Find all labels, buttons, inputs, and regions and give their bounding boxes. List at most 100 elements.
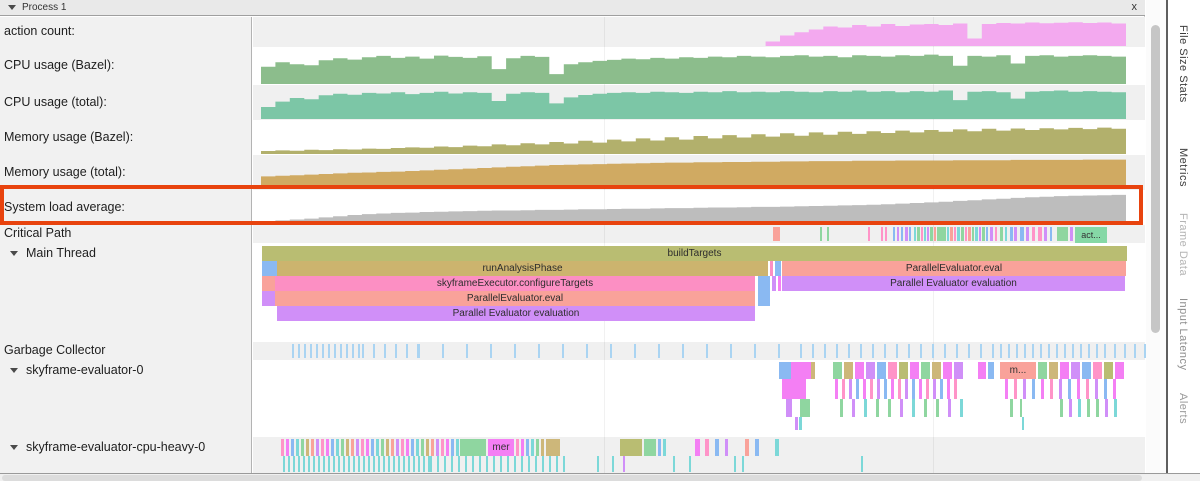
track-label: CPU usage (total): — [4, 95, 107, 109]
cpu-heavy-event — [663, 439, 666, 456]
event-tick — [493, 456, 495, 472]
flame-span-small[interactable] — [758, 276, 770, 291]
event-tick — [366, 439, 369, 456]
track-label: skyframe-evaluator-cpu-heavy-0 — [26, 440, 205, 454]
critical-path-event — [893, 227, 895, 241]
gc-event-tick — [992, 344, 994, 358]
horizontal-scrollbar-thumb[interactable] — [2, 475, 1142, 481]
vertical-scrollbar-thumb[interactable] — [1151, 25, 1160, 333]
collapse-caret-icon[interactable] — [10, 251, 18, 256]
flame-span[interactable]: runAnalysisPhase — [277, 261, 768, 276]
evaluator0-event — [988, 362, 994, 379]
event-tick — [1071, 362, 1080, 379]
collapse-caret-icon[interactable] — [10, 368, 18, 373]
flame-span[interactable]: Parallel Evaluator evaluation — [782, 276, 1125, 291]
event-tick — [1104, 379, 1107, 399]
critical-path-event — [968, 227, 971, 241]
event-tick — [393, 456, 395, 472]
event-tick — [341, 439, 344, 456]
event-tick — [426, 439, 429, 456]
flame-span-small[interactable] — [262, 291, 275, 306]
event-tick — [1050, 379, 1053, 399]
flame-span[interactable]: ParallelEvaluator.eval — [782, 261, 1126, 276]
event-tick — [288, 456, 290, 472]
event-tick — [1014, 379, 1017, 399]
flame-span[interactable]: buildTargets — [262, 246, 1127, 261]
cpu-heavy-merge-block[interactable]: mer — [488, 439, 514, 456]
event-tick — [1087, 399, 1090, 417]
side-tab-frame-data[interactable]: Frame Data — [1177, 213, 1189, 276]
flame-span[interactable]: ParallelEvaluator.eval — [275, 291, 755, 306]
gc-event-tick — [316, 344, 318, 358]
gc-event-tick — [358, 344, 360, 358]
gc-event-tick — [634, 344, 636, 358]
gc-event-tick — [418, 344, 420, 358]
flame-span-small[interactable] — [262, 261, 277, 276]
gc-event-tick — [932, 344, 934, 358]
gc-event-tick — [362, 344, 364, 358]
side-tab-metrics[interactable]: Metrics — [1177, 148, 1189, 187]
flame-span-small[interactable] — [770, 261, 773, 276]
event-tick — [1005, 379, 1008, 399]
event-tick — [1041, 379, 1044, 399]
flame-span-small[interactable] — [778, 276, 781, 291]
evaluator0-merge-block[interactable]: m... — [1000, 362, 1036, 379]
event-tick — [960, 399, 963, 417]
flame-span[interactable]: Parallel Evaluator evaluation — [277, 306, 755, 321]
gc-event-tick — [754, 344, 756, 358]
trace-canvas[interactable]: act... buildTargetsrunAnalysisPhase Parall… — [253, 0, 1145, 473]
track-label: action count: — [4, 24, 75, 38]
event-tick — [291, 439, 294, 456]
flame-span-small[interactable] — [758, 291, 770, 306]
event-tick — [356, 439, 359, 456]
event-tick — [1093, 362, 1102, 379]
flame-span-small[interactable] — [775, 261, 781, 276]
gc-event-tick — [968, 344, 970, 358]
critical-path-event — [897, 227, 899, 241]
gc-event-tick — [1056, 344, 1058, 358]
critical-path-event — [934, 227, 936, 241]
evaluator0-event — [795, 417, 798, 430]
flame-span-small[interactable] — [772, 276, 776, 291]
event-tick — [1059, 379, 1062, 399]
event-tick — [526, 439, 529, 456]
side-tab-input-latency[interactable]: Input Latency — [1177, 298, 1189, 371]
critical-path-event — [975, 227, 978, 241]
event-tick — [864, 399, 867, 417]
side-tab-file-size-stats[interactable]: File Size Stats — [1177, 25, 1189, 103]
cpu-heavy-event — [742, 456, 744, 472]
track-label: CPU usage (Bazel): — [4, 58, 114, 72]
event-tick — [368, 456, 370, 472]
critical-path-event — [909, 227, 911, 241]
event-tick — [331, 439, 334, 456]
event-tick — [406, 439, 409, 456]
cpu-heavy-event — [725, 439, 728, 456]
cpu-heavy-event — [734, 456, 736, 472]
gc-event-tick — [1088, 344, 1090, 358]
gc-event-tick — [1104, 344, 1106, 358]
event-tick — [1023, 379, 1026, 399]
action_count-area-chart — [253, 17, 1145, 47]
critical-path-action-block[interactable]: act... — [1075, 227, 1107, 243]
gc-event-tick — [562, 344, 564, 358]
event-tick — [536, 439, 539, 456]
event-tick — [313, 456, 315, 472]
collapse-caret-icon[interactable] — [10, 445, 18, 450]
event-tick — [936, 399, 939, 417]
event-tick — [899, 362, 908, 379]
event-tick — [363, 456, 365, 472]
collapse-caret-icon[interactable] — [8, 5, 16, 10]
event-tick — [431, 439, 434, 456]
event-tick — [351, 439, 354, 456]
event-tick — [458, 456, 460, 472]
gc-event-tick — [1032, 344, 1034, 358]
critical-path-event — [1050, 227, 1052, 241]
flame-span[interactable]: skyframeExecutor.configureTargets — [275, 276, 755, 291]
flame-span-small[interactable] — [262, 276, 275, 291]
cpu-heavy-event — [745, 439, 749, 456]
vertical-scrollbar[interactable] — [1146, 0, 1166, 473]
critical-path-event — [1000, 227, 1003, 241]
side-tab-alerts[interactable]: Alerts — [1177, 393, 1189, 424]
event-tick — [877, 379, 880, 399]
horizontal-scrollbar[interactable] — [0, 473, 1200, 481]
